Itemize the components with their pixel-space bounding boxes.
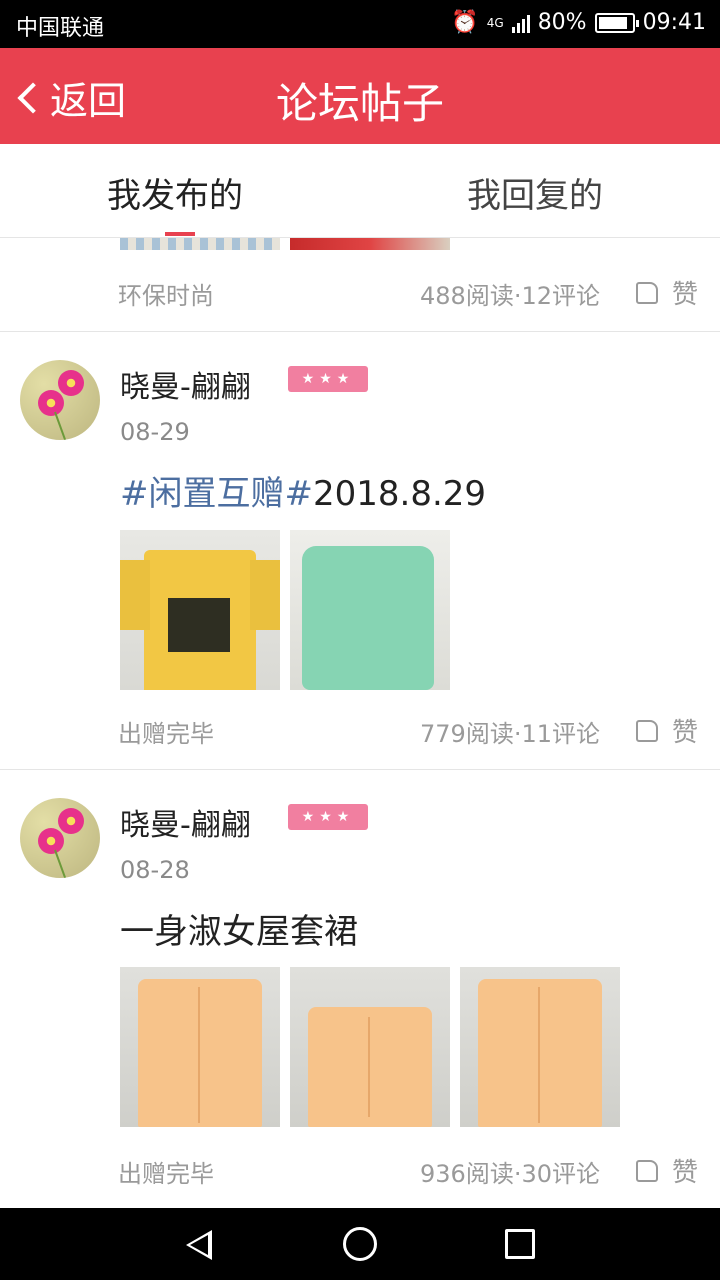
tab-bar: 我发布的 我回复的: [0, 144, 720, 238]
thumbs-up-icon: [636, 281, 658, 304]
post-image[interactable]: [120, 530, 280, 690]
avatar[interactable]: [20, 360, 100, 440]
like-button[interactable]: 赞: [636, 712, 698, 749]
post-image[interactable]: [290, 238, 450, 250]
post-stats: 779阅读·11评论: [420, 720, 600, 748]
app-header: 返回 论坛帖子: [0, 48, 720, 144]
clock: 09:41: [642, 10, 706, 35]
post-image[interactable]: [120, 238, 280, 250]
post-stats: 936阅读·30评论: [420, 1160, 600, 1188]
nav-back-icon[interactable]: [186, 1230, 212, 1260]
post-hashtag[interactable]: #闲置互赠#: [120, 474, 313, 514]
post-image[interactable]: [290, 530, 450, 690]
network-type: 4G: [486, 15, 504, 30]
page-title: 论坛帖子: [275, 79, 444, 128]
post-date: 08-29: [120, 418, 190, 446]
post-item[interactable]: 晓曼-翩翩 ★★★ 08-29 #闲置互赠#2018.8.29 出赠完毕 779…: [0, 332, 720, 769]
thumbs-up-icon: [636, 719, 658, 742]
avatar[interactable]: [20, 798, 100, 878]
post-image[interactable]: [120, 967, 280, 1127]
author-name[interactable]: 晓曼-翩翩: [120, 800, 251, 844]
status-bar: 中国联通 ⏰ 4G 80% 09:41: [0, 0, 720, 48]
like-button[interactable]: 赞: [636, 274, 698, 311]
author-name[interactable]: 晓曼-翩翩: [120, 362, 251, 406]
post-feed[interactable]: 环保时尚 488阅读·12评论 赞 晓曼-翩翩 ★★★ 08-29 #闲置互赠#…: [0, 238, 720, 1208]
system-nav-bar: [0, 1208, 720, 1280]
like-label: 赞: [672, 280, 699, 310]
post-title-text: 2018.8.29: [312, 474, 487, 514]
thumbs-up-icon: [636, 1159, 658, 1182]
post-image[interactable]: [460, 967, 620, 1127]
tab-my-posts[interactable]: 我发布的: [107, 168, 243, 217]
alarm-icon: ⏰: [451, 10, 479, 35]
like-label: 赞: [672, 718, 699, 748]
battery-percent: 80%: [537, 10, 587, 35]
like-button[interactable]: 赞: [636, 1152, 698, 1189]
post-item[interactable]: 晓曼-翩翩 ★★★ 08-28 一身淑女屋套裙 出赠完毕 936阅读·30评论 …: [0, 770, 720, 1208]
level-badge: ★★★: [288, 366, 368, 392]
post-title[interactable]: #闲置互赠#2018.8.29: [120, 466, 486, 515]
active-tab-indicator: [165, 232, 195, 236]
post-date: 08-28: [120, 856, 190, 884]
post-tag: 出赠完毕: [118, 1160, 214, 1188]
signal-icon: [511, 13, 530, 33]
post-item[interactable]: 环保时尚 488阅读·12评论 赞: [0, 238, 720, 331]
battery-icon: [594, 12, 639, 33]
carrier-label: 中国联通: [16, 16, 105, 41]
like-label: 赞: [672, 1158, 699, 1188]
nav-home-icon[interactable]: [343, 1227, 377, 1261]
post-tag: 出赠完毕: [118, 720, 214, 748]
post-stats: 488阅读·12评论: [420, 282, 600, 310]
level-badge: ★★★: [288, 804, 368, 830]
tab-my-replies[interactable]: 我回复的: [467, 168, 603, 217]
post-title[interactable]: 一身淑女屋套裙: [120, 904, 358, 953]
post-tag: 环保时尚: [118, 282, 214, 310]
nav-recents-icon[interactable]: [505, 1229, 535, 1259]
post-image[interactable]: [290, 967, 450, 1127]
